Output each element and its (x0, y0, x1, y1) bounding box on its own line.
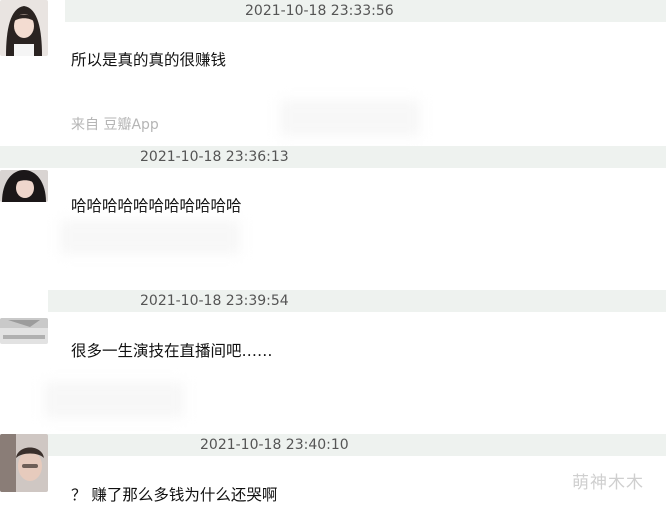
avatar[interactable] (0, 170, 48, 202)
comment-timestamp: 2021-10-18 23:33:56 (245, 3, 394, 19)
comment-2: 2021-10-18 23:36:13 哈哈哈哈哈哈哈哈哈哈哈 (0, 146, 666, 291)
comment-text: ？ 赚了那么多钱为什么还哭啊 (71, 486, 278, 504)
comment-3: 2021-10-18 23:39:54 很多一生演技在直播间吧…… (0, 290, 666, 435)
comment-text: 哈哈哈哈哈哈哈哈哈哈哈 (71, 197, 242, 215)
avatar[interactable] (0, 318, 48, 344)
comment-header: 2021-10-18 23:40:10 (16, 434, 666, 456)
comment-text: 所以是真的真的很赚钱 (71, 51, 227, 69)
comment-timestamp: 2021-10-18 23:39:54 (140, 293, 289, 309)
comment-text: 很多一生演技在直播间吧…… (71, 342, 273, 360)
watermark: 萌神木木 (572, 473, 644, 493)
avatar[interactable] (0, 0, 48, 56)
blurred-region (280, 100, 420, 136)
blurred-region (60, 220, 240, 254)
comment-1: 2021-10-18 23:33:56 所以是真的真的很赚钱 来自 豆瓣App (0, 0, 666, 145)
comment-4: 2021-10-18 23:40:10 ？ 赚了那么多钱为什么还哭啊 (0, 434, 666, 505)
avatar[interactable] (0, 434, 48, 492)
comment-header: 2021-10-18 23:36:13 (0, 146, 666, 168)
comment-header: 2021-10-18 23:39:54 (48, 290, 666, 312)
comment-header: 2021-10-18 23:33:56 (65, 0, 666, 22)
blurred-region (44, 382, 184, 418)
comment-timestamp: 2021-10-18 23:36:13 (140, 149, 289, 165)
comment-source[interactable]: 来自 豆瓣App (71, 114, 159, 134)
comment-timestamp: 2021-10-18 23:40:10 (200, 437, 349, 453)
